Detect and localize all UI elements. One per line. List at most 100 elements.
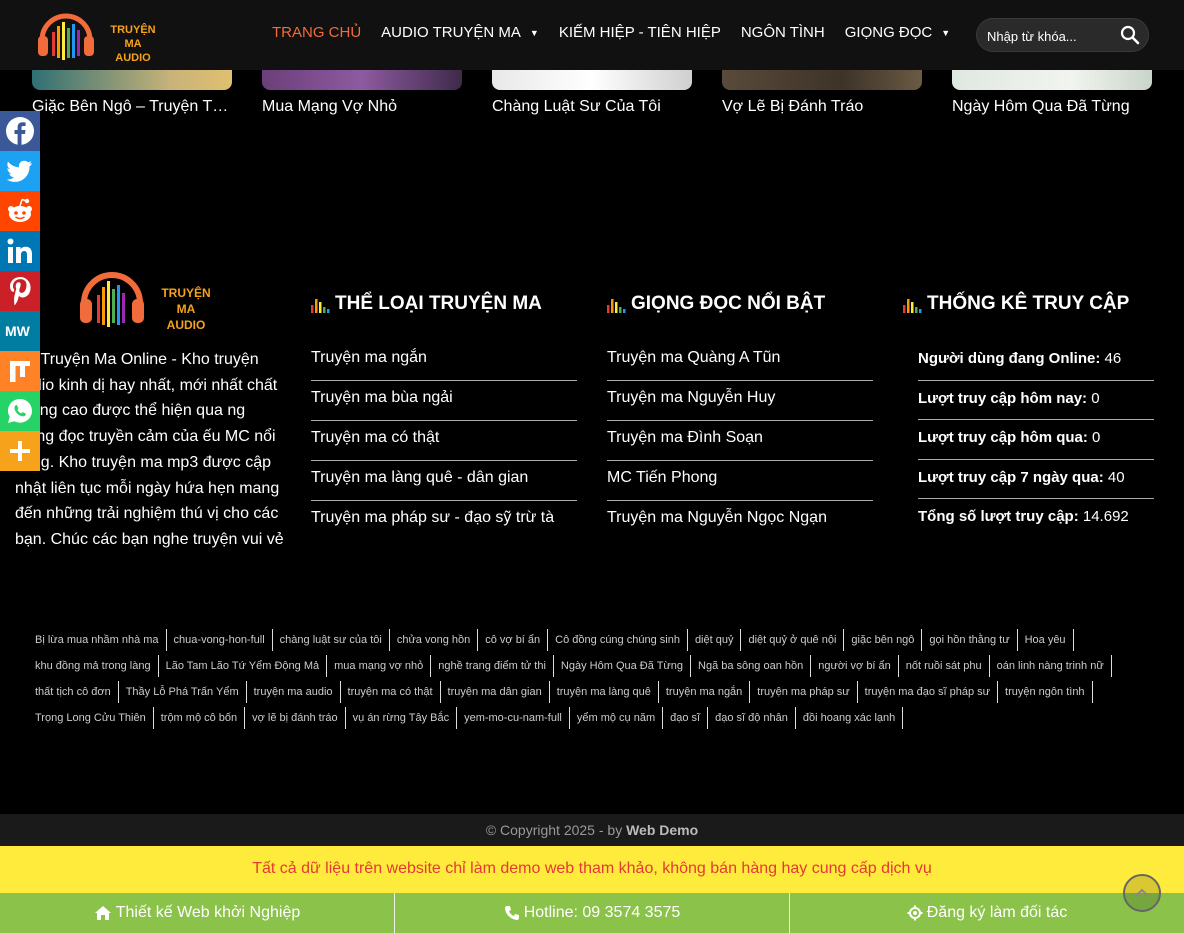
phone-icon <box>504 906 519 920</box>
tag-cloud: Bị lừa mua nhầm nhà ma chua-vong-hon-full… <box>28 629 1158 729</box>
genres-heading: THỂ LOẠI TRUYỆN MA <box>311 293 542 315</box>
tag-link[interactable]: Hoa yêu <box>1018 629 1074 651</box>
tag-link[interactable]: đồi hoang xác lạnh <box>796 707 904 729</box>
tag-link[interactable]: gọi hồn thằng tư <box>922 629 1018 651</box>
tag-link[interactable]: oán linh nàng trinh nữ <box>990 655 1112 677</box>
nav-kiem-hiep[interactable]: KIẾM HIỆP - TIÊN HIỆP <box>559 24 721 41</box>
mix-icon <box>10 361 30 382</box>
tag-link[interactable]: diệt quỷ <box>688 629 742 651</box>
logo-wordmark: TRUYỆN MA AUDIO <box>110 24 156 64</box>
tag-link[interactable]: vụ án rừng Tây Bắc <box>346 707 458 729</box>
tag-link[interactable]: mua mạng vợ nhỏ <box>327 655 432 677</box>
tag-link[interactable]: truyện ma đạo sĩ pháp sư <box>858 681 999 703</box>
nav-audio-truyen-ma[interactable]: AUDIO TRUYỆN MA ▼ <box>381 24 539 41</box>
story-title[interactable]: Ngày Hôm Qua Đã Từng <box>952 98 1172 116</box>
voice-link[interactable]: Truyện ma Đình Soạn <box>607 421 873 461</box>
tag-link[interactable]: chàng luật sư của tôi <box>273 629 390 651</box>
gear-icon <box>907 905 923 921</box>
pinterest-share-button[interactable] <box>0 271 40 311</box>
search-input[interactable] <box>987 26 1117 46</box>
tag-link[interactable]: truyện ma dân gian <box>441 681 550 703</box>
site-logo[interactable]: TRUYỆN MA AUDIO <box>36 6 164 64</box>
tag-link[interactable]: đạo sĩ <box>663 707 709 729</box>
genre-link[interactable]: Truyện ma làng quê - dân gian <box>311 461 577 501</box>
tag-link[interactable]: truyện ma làng quê <box>550 681 659 703</box>
nav-giong-doc[interactable]: GIỌNG ĐỌC ▼ <box>845 24 950 41</box>
scroll-to-top-button[interactable] <box>1123 874 1161 912</box>
tag-link[interactable]: người vợ bí ẩn <box>811 655 899 677</box>
voices-list: Truyện ma Quàng A Tũn Truyện ma Nguyễn H… <box>607 341 873 541</box>
tag-link[interactable]: truyện ma audio <box>247 681 341 703</box>
tag-link[interactable]: Thầy Lỗ Phá Trấn Yểm <box>119 681 247 703</box>
tag-link[interactable]: truyện ma ngắn <box>659 681 751 703</box>
reddit-share-button[interactable] <box>0 191 40 231</box>
tag-link[interactable]: vợ lẽ bị đánh tráo <box>245 707 346 729</box>
tag-link[interactable]: Trọng Long Cửu Thiên <box>28 707 154 729</box>
story-title[interactable]: Giặc Bên Ngô – Truyện Tâm Linh <box>32 98 230 116</box>
voices-heading: GIỌNG ĐỌC NỔI BẬT <box>607 293 825 315</box>
footer-widgets: TRUYỆN MA AUDIO dio Truyện Ma Online - K… <box>0 231 1184 814</box>
linkedin-share-button[interactable] <box>0 231 40 271</box>
genre-link[interactable]: Truyện ma bùa ngải <box>311 381 577 421</box>
story-title[interactable]: Vợ Lẽ Bị Đánh Tráo <box>722 98 922 116</box>
tag-link[interactable]: Cô đồng cúng chúng sinh <box>548 629 688 651</box>
voice-link[interactable]: MC Tiến Phong <box>607 461 873 501</box>
mewe-share-button[interactable]: MW <box>0 311 40 351</box>
hotline-button[interactable]: Hotline: 09 3574 3575 <box>395 893 790 933</box>
tag-link[interactable]: Bị lừa mua nhầm nhà ma <box>28 629 167 651</box>
tag-link[interactable]: khu đồng mả trong làng <box>28 655 159 677</box>
tag-link[interactable]: nghề trang điểm tử thi <box>431 655 554 677</box>
stats-heading: THỐNG KÊ TRUY CẬP <box>903 293 1129 315</box>
caret-down-icon: ▼ <box>941 27 951 38</box>
facebook-icon <box>6 117 34 145</box>
tag-link[interactable]: Ngày Hôm Qua Đã Từng <box>554 655 692 677</box>
story-title[interactable]: Chàng Luật Sư Của Tôi <box>492 98 692 116</box>
nav-ngon-tinh[interactable]: NGÔN TÌNH <box>741 24 825 41</box>
genre-link[interactable]: Truyện ma có thật <box>311 421 577 461</box>
tag-link[interactable]: chửa vong hồn <box>390 629 479 651</box>
genre-link[interactable]: Truyện ma pháp sư - đạo sỹ trừ tà <box>311 501 577 541</box>
voice-link[interactable]: Truyện ma Nguyễn Ngọc Ngạn <box>607 501 873 541</box>
footer-logo[interactable]: TRUYỆN MA AUDIO <box>80 265 220 332</box>
tag-link[interactable]: nốt ruồi sát phu <box>899 655 990 677</box>
tag-link[interactable]: thất tịch cô đơn <box>28 681 119 703</box>
tag-link[interactable]: giặc bên ngô <box>844 629 923 651</box>
story-title[interactable]: Mua Mạng Vợ Nhỏ <box>262 98 462 116</box>
stat-7days: Lượt truy cập 7 ngày qua: 40 <box>918 460 1154 499</box>
equalizer-icon <box>903 299 922 313</box>
tag-link[interactable]: Ngã ba sông oan hồn <box>691 655 812 677</box>
whatsapp-icon <box>8 399 32 423</box>
tag-link[interactable]: cô vợ bí ẩn <box>478 629 549 651</box>
search-button[interactable] <box>1120 25 1140 45</box>
tag-link[interactable]: diệt quỷ ở quê nội <box>741 629 845 651</box>
pinterest-icon <box>10 277 31 305</box>
tag-link[interactable]: chua-vong-hon-full <box>167 629 273 651</box>
tag-link[interactable]: đạo sĩ độ nhân <box>708 707 796 729</box>
tag-link[interactable]: truyện ma pháp sư <box>750 681 858 703</box>
tag-link[interactable]: truyện ngôn tình <box>998 681 1093 703</box>
tag-link[interactable]: trộm mộ cô bốn <box>154 707 246 729</box>
tag-link[interactable]: yem-mo-cu-nam-full <box>457 707 570 729</box>
web-design-button[interactable]: Thiết kế Web khởi Nghiệp <box>0 893 395 933</box>
linkedin-icon <box>7 238 32 263</box>
twitter-share-button[interactable] <box>0 151 40 191</box>
nav-trang-chu[interactable]: TRANG CHỦ <box>272 24 361 41</box>
mix-share-button[interactable] <box>0 351 40 391</box>
voice-link[interactable]: Truyện ma Nguyễn Huy <box>607 381 873 421</box>
mewe-icon: MW <box>5 323 31 339</box>
stat-total: Tổng số lượt truy cập: 14.692 <box>918 508 1129 525</box>
more-share-button[interactable] <box>0 431 40 471</box>
tag-link[interactable]: yểm mộ cụ năm <box>570 707 664 729</box>
genres-list: Truyện ma ngắn Truyện ma bùa ngải Truyện… <box>311 341 577 541</box>
genre-link[interactable]: Truyện ma ngắn <box>311 341 577 381</box>
about-text: dio Truyện Ma Online - Kho truyện audio … <box>15 351 284 548</box>
search-box <box>976 18 1149 52</box>
tag-link[interactable]: truyện ma có thật <box>341 681 441 703</box>
tag-link[interactable]: Lão Tam Lão Tứ Yểm Động Mả <box>159 655 328 677</box>
demo-notice: Tất cả dữ liệu trên website chỉ làm demo… <box>0 846 1184 893</box>
copyright-brand-link[interactable]: Web Demo <box>626 822 698 838</box>
facebook-share-button[interactable] <box>0 111 40 151</box>
whatsapp-share-button[interactable] <box>0 391 40 431</box>
svg-text:MW: MW <box>5 323 31 339</box>
voice-link[interactable]: Truyện ma Quàng A Tũn <box>607 341 873 381</box>
